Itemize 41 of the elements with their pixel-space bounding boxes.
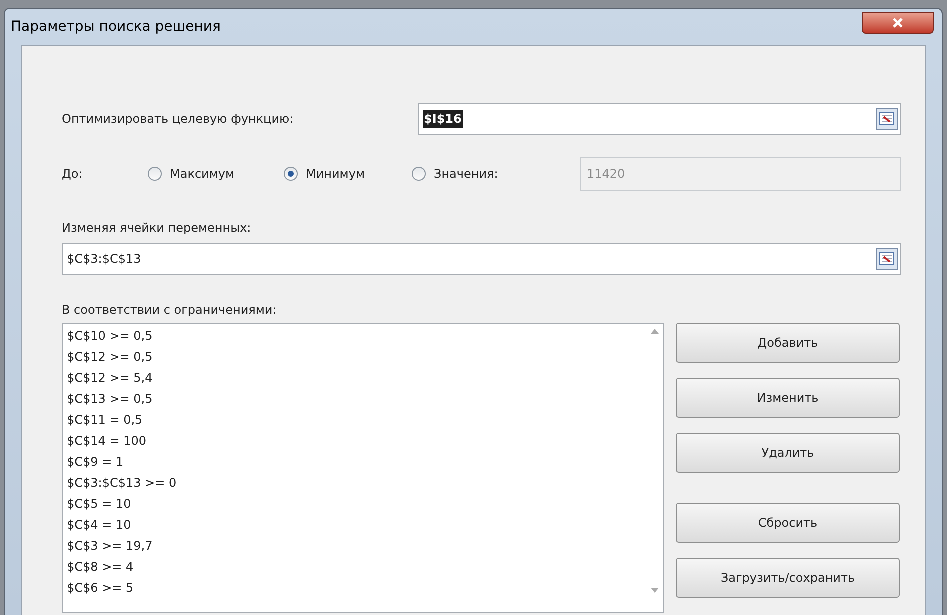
variables-field[interactable]: $C$3:$C$13	[62, 243, 901, 275]
objective-value: $I$16	[423, 110, 463, 128]
constraint-item[interactable]: $C$8 >= 4	[67, 557, 647, 578]
objective-field[interactable]: $I$16	[418, 103, 901, 135]
constraints-label: В соответствии с ограничениями:	[62, 302, 278, 319]
radio-button[interactable]	[412, 167, 426, 181]
constraints-list[interactable]: $C$10 >= 0,5 $C$12 >= 0,5 $C$12 >= 5,4 $C$13 >= 0,5 $C$11 = 0,5 $C$14 = 100 $C$9 = 1 $C$3:$C$13 >= 0 $C$5 = 10 $C$4 = 10 $C$3 >= 19,7 $C$8 >= 4 $C$6 >= 5	[62, 323, 664, 613]
constraint-item[interactable]: $C$6 >= 5	[67, 578, 647, 599]
variables-value: $C$3:$C$13	[67, 251, 142, 268]
radio-label[interactable]: Минимум	[306, 165, 366, 183]
radio-label[interactable]: Максимум	[170, 165, 235, 183]
radio-button[interactable]	[148, 167, 162, 181]
constraint-item[interactable]: $C$11 = 0,5	[67, 410, 647, 431]
constraint-item[interactable]: $C$9 = 1	[67, 452, 647, 473]
radio-button[interactable]	[284, 167, 298, 181]
constraint-item[interactable]: $C$14 = 100	[67, 431, 647, 452]
constraint-item[interactable]: $C$3 >= 19,7	[67, 536, 647, 557]
constraint-item[interactable]: $C$3:$C$13 >= 0	[67, 473, 647, 494]
objective-label: Оптимизировать целевую функцию:	[62, 111, 295, 128]
value-text: 11420	[587, 166, 626, 183]
variables-label: Изменяя ячейки переменных:	[62, 220, 252, 237]
constraint-item[interactable]: $C$10 >= 0,5	[67, 326, 647, 347]
scroll-down-icon[interactable]	[651, 588, 659, 594]
radio-label[interactable]: Значения:	[434, 165, 498, 183]
constraint-item[interactable]: $C$12 >= 0,5	[67, 347, 647, 368]
dialog-button[interactable]: Удалить	[676, 433, 900, 473]
range-picker-icon[interactable]	[876, 248, 898, 270]
constraint-item[interactable]: $C$13 >= 0,5	[67, 389, 647, 410]
close-icon	[892, 17, 904, 29]
range-picker-icon[interactable]	[876, 108, 898, 130]
dialog-button[interactable]: Добавить	[676, 323, 900, 363]
to-label: До:	[62, 166, 84, 183]
dialog-button[interactable]: Загрузить/сохранить	[676, 558, 900, 598]
constraint-item[interactable]: $C$5 = 10	[67, 494, 647, 515]
window-title: Параметры поиска решения	[11, 18, 222, 36]
scroll-up-icon[interactable]	[651, 328, 659, 334]
dialog-button[interactable]: Сбросить	[676, 503, 900, 543]
dialog-button[interactable]: Изменить	[676, 378, 900, 418]
constraint-item[interactable]: $C$12 >= 5,4	[67, 368, 647, 389]
close-button[interactable]	[862, 12, 934, 34]
constraint-item[interactable]: $C$4 = 10	[67, 515, 647, 536]
